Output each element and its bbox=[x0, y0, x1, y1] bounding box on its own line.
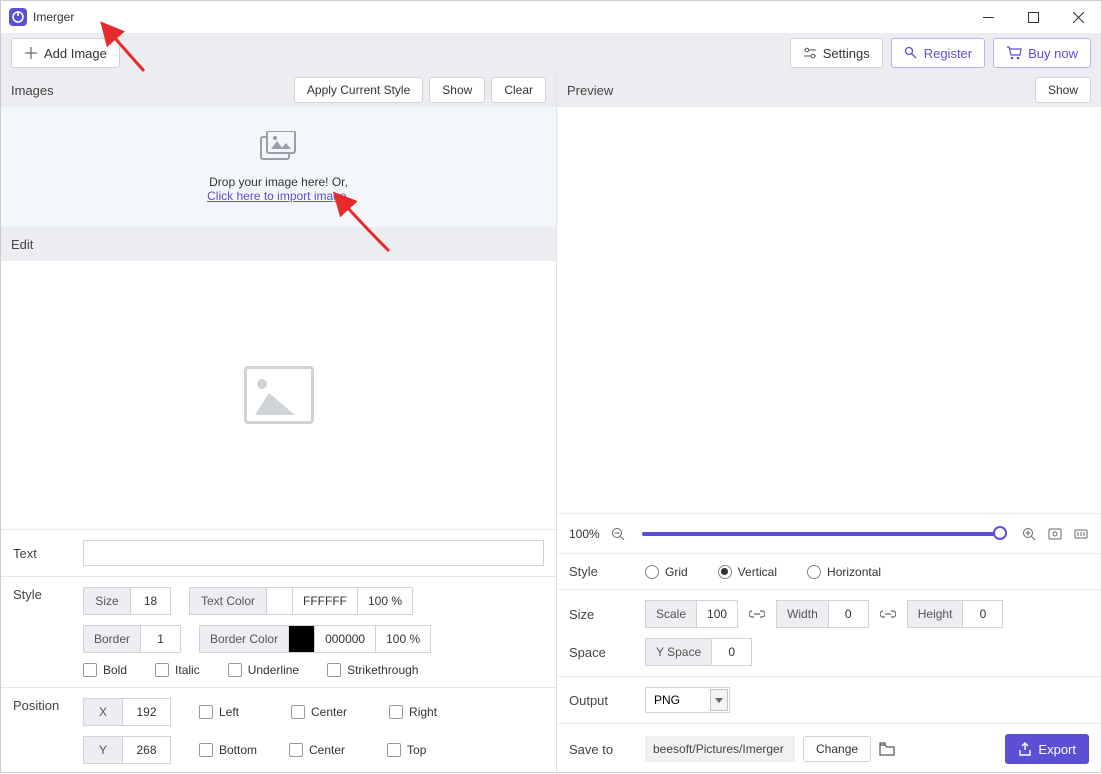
edit-label: Edit bbox=[11, 237, 33, 252]
titlebar: Imerger bbox=[1, 1, 1101, 33]
height-field[interactable]: Height 0 bbox=[907, 600, 1004, 628]
pos-left-checkbox[interactable]: Left bbox=[199, 705, 239, 719]
preview-panel-header: Preview Show bbox=[557, 73, 1101, 107]
pos-center-v-checkbox[interactable]: Center bbox=[289, 743, 345, 757]
border-color-swatch[interactable] bbox=[289, 625, 315, 653]
chevron-down-icon bbox=[710, 689, 728, 711]
size-label: Size bbox=[569, 607, 645, 622]
export-button[interactable]: Export bbox=[1005, 734, 1089, 764]
pos-bottom-checkbox[interactable]: Bottom bbox=[199, 743, 257, 757]
image-drop-zone[interactable]: Drop your image here! Or, Click here to … bbox=[1, 107, 556, 227]
drop-text: Drop your image here! Or, bbox=[209, 175, 348, 189]
vertical-radio[interactable]: Vertical bbox=[718, 565, 777, 579]
y-space-field[interactable]: Y Space 0 bbox=[645, 638, 752, 666]
fit-screen-icon[interactable] bbox=[1047, 526, 1063, 542]
show-images-button[interactable]: Show bbox=[429, 77, 485, 103]
pos-center-h-checkbox[interactable]: Center bbox=[291, 705, 347, 719]
text-input[interactable] bbox=[83, 540, 544, 566]
images-label: Images bbox=[11, 83, 54, 98]
register-button[interactable]: Register bbox=[891, 38, 985, 68]
link-scale-icon[interactable] bbox=[748, 608, 766, 620]
pos-right-checkbox[interactable]: Right bbox=[389, 705, 437, 719]
link-dimensions-icon[interactable] bbox=[879, 608, 897, 620]
width-field[interactable]: Width 0 bbox=[776, 600, 869, 628]
zoom-slider[interactable] bbox=[642, 532, 1005, 536]
x-field[interactable]: X 192 bbox=[83, 698, 171, 726]
edit-panel-header: Edit bbox=[1, 227, 556, 261]
italic-checkbox[interactable]: Italic bbox=[155, 663, 200, 677]
space-label: Space bbox=[569, 645, 645, 660]
add-image-label: Add Image bbox=[44, 46, 107, 61]
zoom-value: 100% bbox=[569, 527, 600, 541]
edit-canvas[interactable] bbox=[1, 261, 556, 529]
plus-icon bbox=[24, 46, 38, 60]
zoom-out-icon[interactable] bbox=[610, 526, 626, 542]
text-color-field[interactable]: Text Color FFFFFF 100 % bbox=[189, 587, 413, 615]
app-logo-icon bbox=[9, 8, 27, 26]
preview-canvas[interactable] bbox=[557, 107, 1101, 513]
y-field[interactable]: Y 268 bbox=[83, 736, 171, 764]
buy-now-label: Buy now bbox=[1028, 46, 1078, 61]
settings-label: Settings bbox=[823, 46, 870, 61]
register-label: Register bbox=[924, 46, 972, 61]
settings-button[interactable]: Settings bbox=[790, 38, 883, 68]
text-color-swatch[interactable] bbox=[267, 587, 293, 615]
strikethrough-checkbox[interactable]: Strikethrough bbox=[327, 663, 418, 677]
sliders-icon bbox=[803, 46, 817, 60]
add-image-button[interactable]: Add Image bbox=[11, 38, 120, 68]
window-close-button[interactable] bbox=[1056, 1, 1101, 33]
horizontal-radio[interactable]: Horizontal bbox=[807, 565, 881, 579]
border-color-field[interactable]: Border Color 000000 100 % bbox=[199, 625, 431, 653]
text-label: Text bbox=[13, 546, 83, 561]
image-placeholder-icon bbox=[244, 366, 314, 424]
save-to-label: Save to bbox=[569, 742, 645, 757]
preview-label: Preview bbox=[567, 83, 613, 98]
border-field[interactable]: Border 1 bbox=[83, 625, 181, 653]
clear-images-button[interactable]: Clear bbox=[491, 77, 546, 103]
zoom-controls: 100% bbox=[557, 513, 1101, 553]
main-toolbar: Add Image Settings Register Buy now bbox=[1, 33, 1101, 73]
buy-now-button[interactable]: Buy now bbox=[993, 38, 1091, 68]
open-folder-icon[interactable] bbox=[879, 741, 895, 757]
grid-radio[interactable]: Grid bbox=[645, 565, 688, 579]
actual-size-icon[interactable] bbox=[1073, 526, 1089, 542]
import-image-link[interactable]: Click here to import image. bbox=[207, 189, 350, 203]
underline-checkbox[interactable]: Underline bbox=[228, 663, 299, 677]
change-path-button[interactable]: Change bbox=[803, 736, 871, 762]
bold-checkbox[interactable]: Bold bbox=[83, 663, 127, 677]
output-label: Output bbox=[569, 693, 645, 708]
window-minimize-button[interactable] bbox=[966, 1, 1011, 33]
key-icon bbox=[904, 46, 918, 60]
position-label: Position bbox=[13, 698, 83, 713]
size-field[interactable]: Size 18 bbox=[83, 587, 171, 615]
save-path-display: beesoft/Pictures/Imerger bbox=[645, 736, 795, 762]
apply-current-style-button[interactable]: Apply Current Style bbox=[294, 77, 423, 103]
zoom-in-icon[interactable] bbox=[1021, 526, 1037, 542]
pos-top-checkbox[interactable]: Top bbox=[387, 743, 426, 757]
output-format-select[interactable]: PNG bbox=[645, 687, 730, 713]
style-label: Style bbox=[13, 587, 83, 602]
export-icon bbox=[1018, 742, 1032, 756]
layout-style-label: Style bbox=[569, 564, 645, 579]
drop-image-icon bbox=[259, 131, 299, 161]
zoom-slider-thumb[interactable] bbox=[993, 526, 1007, 540]
app-title: Imerger bbox=[33, 10, 74, 24]
cart-icon bbox=[1006, 46, 1022, 60]
show-preview-button[interactable]: Show bbox=[1035, 77, 1091, 103]
images-panel-header: Images Apply Current Style Show Clear bbox=[1, 73, 556, 107]
window-maximize-button[interactable] bbox=[1011, 1, 1056, 33]
scale-field[interactable]: Scale 100 bbox=[645, 600, 738, 628]
